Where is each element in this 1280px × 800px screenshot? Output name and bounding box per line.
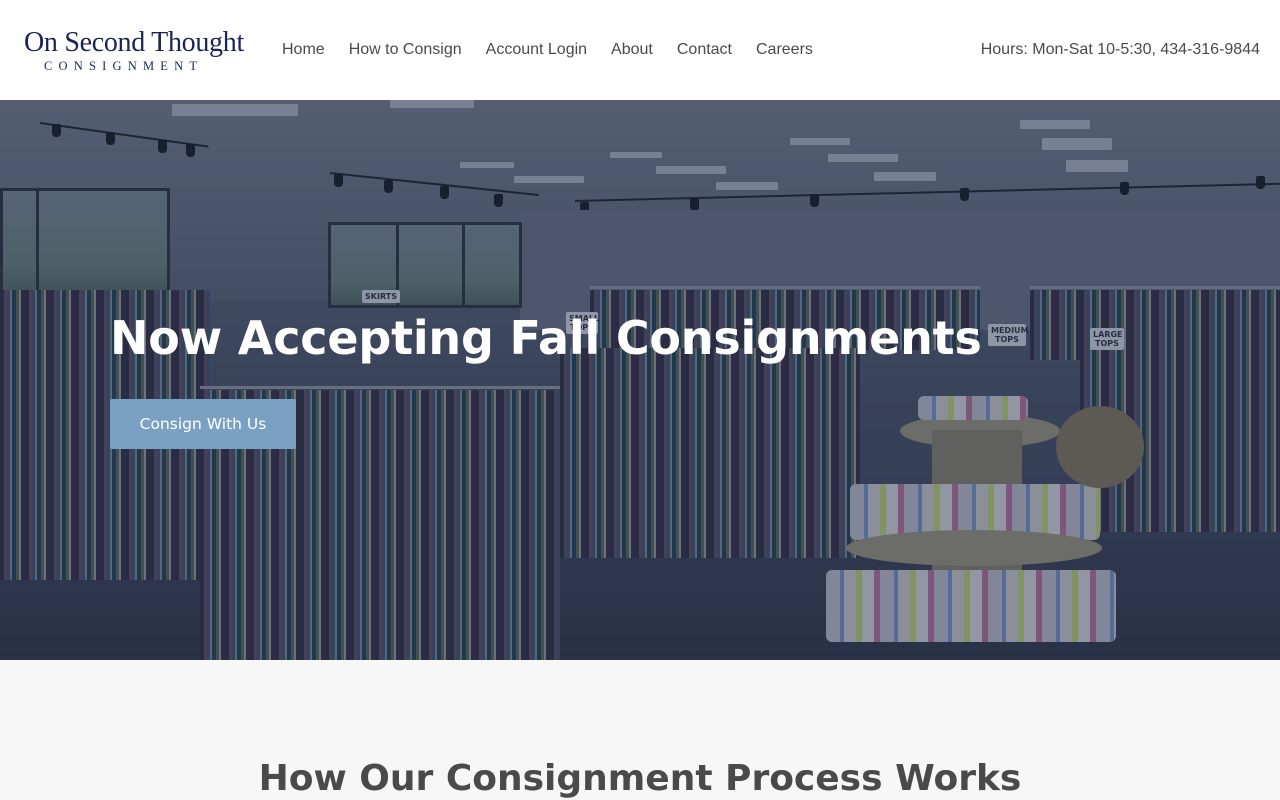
hero-banner: SKIRTS SMALL TOPS MEDIUM TOPS LARGE TOPS…: [0, 100, 1280, 660]
nav-about[interactable]: About: [611, 38, 653, 62]
nav-how-to-consign[interactable]: How to Consign: [349, 38, 462, 62]
hero-title: Now Accepting Fall Consignments: [110, 311, 982, 365]
logo-wordmark: On Second Thought: [24, 27, 244, 58]
nav-account-login[interactable]: Account Login: [486, 38, 587, 62]
hero-overlay: [0, 100, 1280, 660]
site-logo[interactable]: On Second Thought CONSIGNMENT: [24, 27, 252, 74]
process-section-title: How Our Consignment Process Works: [258, 758, 1022, 799]
nav-contact[interactable]: Contact: [677, 38, 732, 62]
nav-careers[interactable]: Careers: [756, 38, 813, 62]
main-nav: Home How to Consign Account Login About …: [282, 38, 837, 62]
nav-home[interactable]: Home: [282, 38, 325, 62]
store-hours: Hours: Mon-Sat 10-5:30, 434-316-9844: [980, 41, 1260, 58]
site-header: On Second Thought CONSIGNMENT Home How t…: [0, 0, 1280, 100]
logo-tagline: CONSIGNMENT: [44, 59, 204, 73]
consign-with-us-button[interactable]: Consign With Us: [110, 399, 296, 449]
